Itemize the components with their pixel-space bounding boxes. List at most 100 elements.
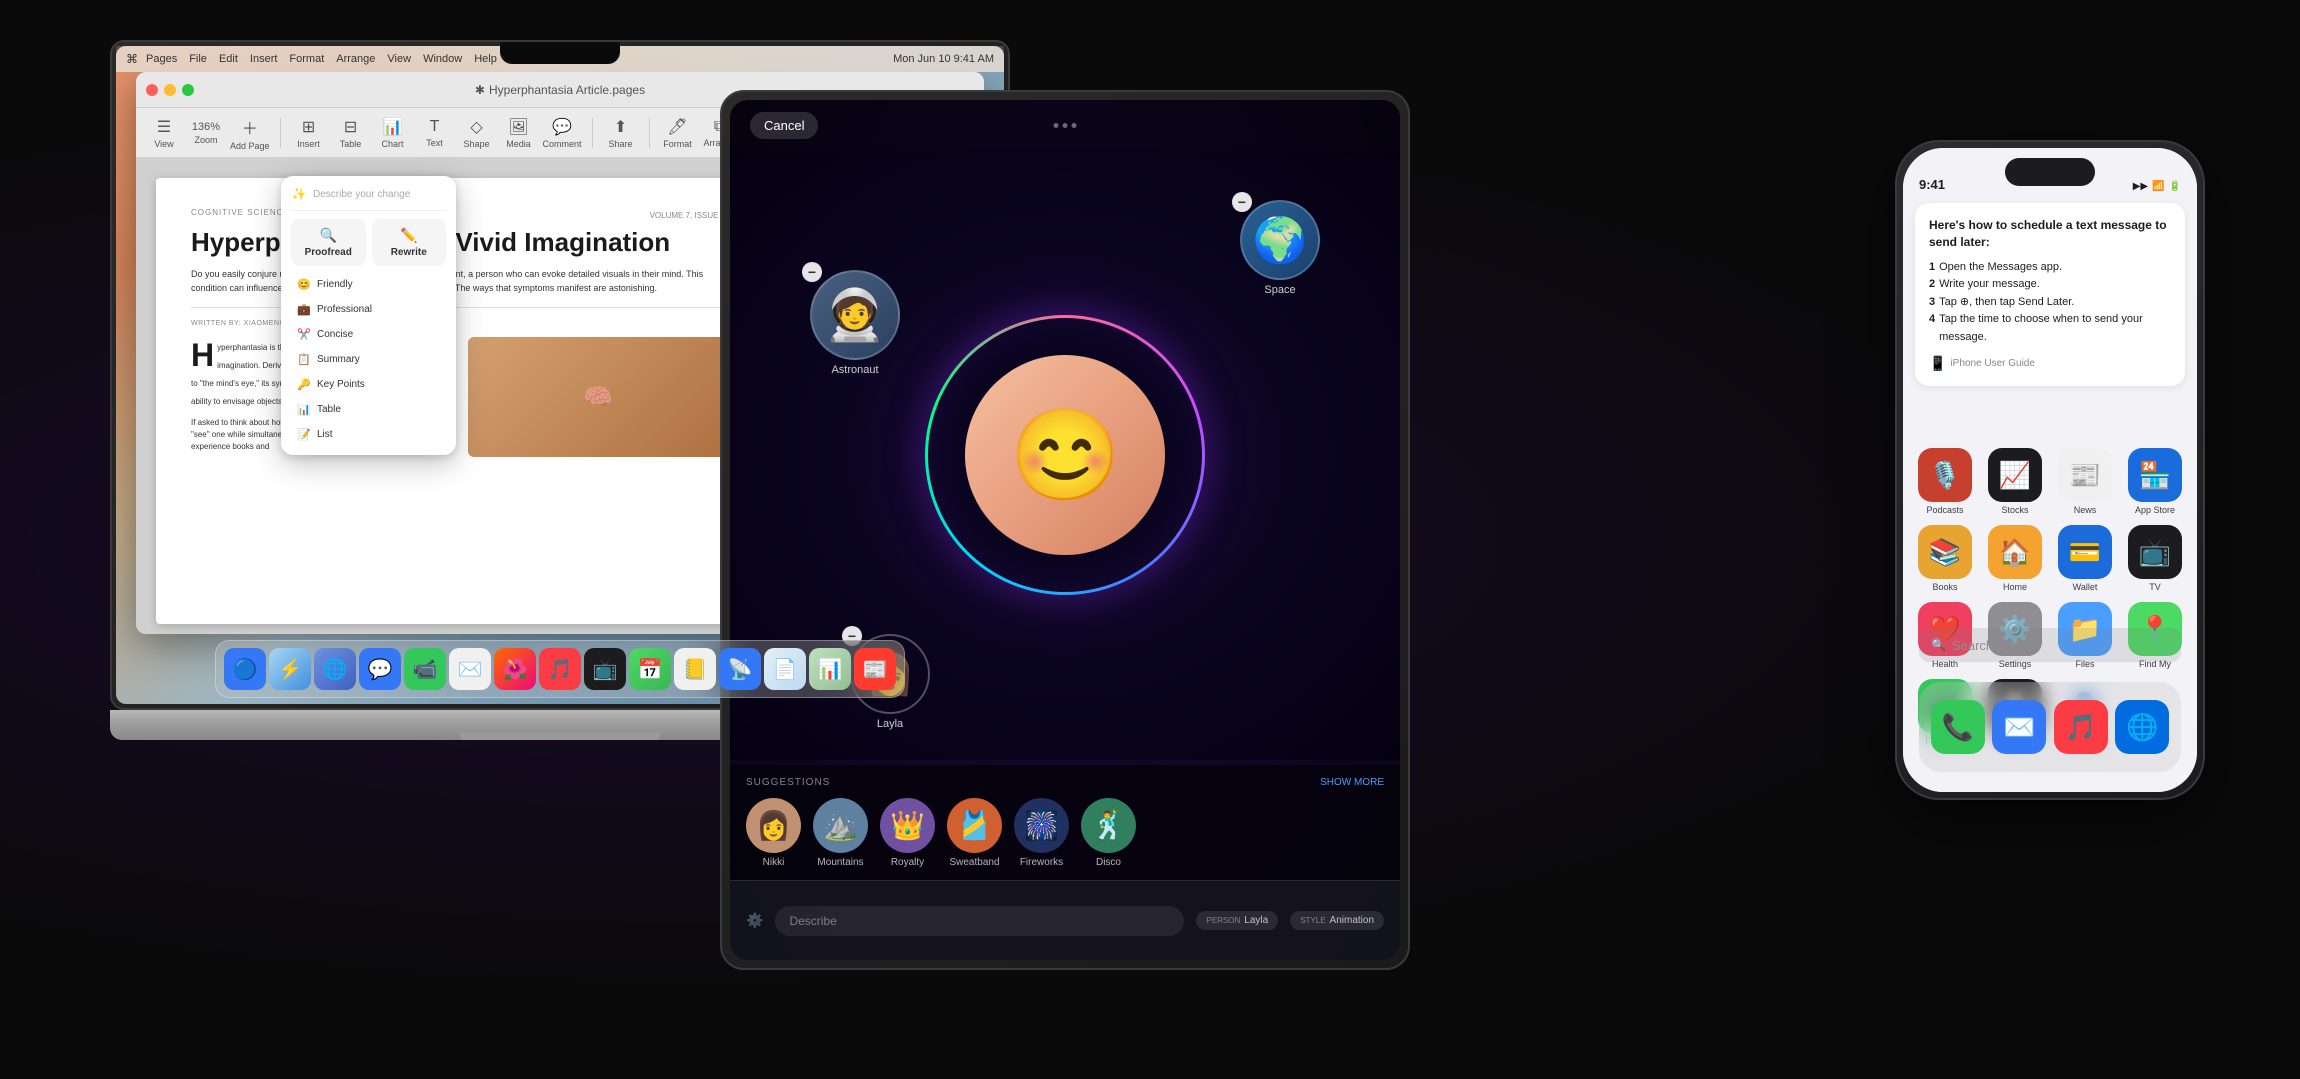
dock-safari[interactable]: 🌐: [314, 648, 356, 690]
dock-music[interactable]: 🎵: [539, 648, 581, 690]
dock-music[interactable]: 🎵: [2054, 700, 2108, 754]
dock-pages[interactable]: 📄: [764, 648, 806, 690]
toolbar-shape[interactable]: ◇ Shape: [459, 117, 495, 149]
menu-arrange[interactable]: Arrange: [336, 53, 375, 65]
dock-tv[interactable]: 📺: [584, 648, 626, 690]
dock-safari[interactable]: 🌐: [2115, 700, 2169, 754]
ipad-describe-field[interactable]: Describe: [775, 906, 1184, 936]
dock-mail[interactable]: ✉️: [449, 648, 491, 690]
dock-calendar[interactable]: 📅: [629, 648, 671, 690]
suggestion-mountains[interactable]: ⛰️ Mountains: [813, 798, 868, 868]
dock-news[interactable]: 📰: [854, 648, 896, 690]
iphone-search-bar[interactable]: 🔍 Search: [1919, 628, 2181, 662]
ai-option-summary[interactable]: 📋 Summary: [291, 349, 446, 370]
close-button[interactable]: [146, 84, 158, 96]
ipad-person-tag[interactable]: PERSON Layla: [1196, 911, 1278, 930]
dock-appletv-app[interactable]: 📡: [719, 648, 761, 690]
toolbar-add-page[interactable]: ＋ Add Page: [230, 115, 270, 151]
search-icon: 🔍: [1931, 638, 1946, 652]
iphone-body: 9:41 ▶▶ 📶 🔋 Here's how to schedule a tex…: [1895, 140, 2205, 800]
toolbar-chart[interactable]: 📊 Chart: [375, 117, 411, 149]
suggestion-sweatband[interactable]: 🎽 Sweatband: [947, 798, 1002, 868]
fullscreen-button[interactable]: [182, 84, 194, 96]
app-news[interactable]: 📰 News: [2055, 448, 2115, 515]
source-icon: 📱: [1929, 355, 1946, 372]
menu-edit[interactable]: Edit: [219, 53, 238, 65]
dock-notes[interactable]: 📒: [674, 648, 716, 690]
menu-pages[interactable]: Pages: [146, 53, 177, 65]
ai-option-professional[interactable]: 💼 Professional: [291, 299, 446, 320]
toolbar-zoom[interactable]: 136% Zoom: [188, 121, 224, 145]
toolbar-share[interactable]: ⬆ Share: [603, 117, 639, 149]
ai-option-list[interactable]: 📝 List: [291, 424, 446, 445]
minimize-button[interactable]: [164, 84, 176, 96]
source-text: iPhone User Guide: [1950, 358, 2035, 369]
list-icon: 📝: [297, 428, 311, 441]
apple-menu-icon[interactable]: ⌘: [126, 52, 138, 66]
genmoji-space[interactable]: − 🌍 Space: [1240, 200, 1320, 296]
genmoji-face: 😊: [965, 355, 1165, 555]
app-home[interactable]: 🏠 Home: [1985, 525, 2045, 592]
menu-file[interactable]: File: [189, 53, 207, 65]
remove-astronaut-icon[interactable]: −: [802, 262, 822, 282]
app-tv[interactable]: 📺 TV: [2125, 525, 2185, 592]
app-books[interactable]: 📚 Books: [1915, 525, 1975, 592]
tv-icon: 📺: [2128, 525, 2182, 579]
ipad-dots: [1054, 123, 1077, 128]
suggestion-disco[interactable]: 🕺 Disco: [1081, 798, 1136, 868]
remove-space-icon[interactable]: −: [1232, 192, 1252, 212]
signal-icon: ▶▶: [2133, 181, 2148, 192]
menu-format[interactable]: Format: [289, 53, 324, 65]
toolbar-view[interactable]: ☰ View: [146, 117, 182, 149]
ai-option-concise[interactable]: ✂️ Concise: [291, 324, 446, 345]
iphone-status-icons: ▶▶ 📶 🔋: [2133, 181, 2181, 192]
ai-option-key-points[interactable]: 🔑 Key Points: [291, 374, 446, 395]
rewrite-button[interactable]: ✏️ Rewrite: [372, 219, 447, 266]
ipad-style-tag[interactable]: STYLE Animation: [1290, 911, 1384, 930]
menu-window[interactable]: Window: [423, 53, 462, 65]
app-wallet[interactable]: 💳 Wallet: [2055, 525, 2115, 592]
friendly-icon: 😊: [297, 278, 311, 291]
step-text-4: Tap the time to choose when to send your…: [1939, 311, 2171, 346]
rewrite-label: Rewrite: [391, 247, 427, 258]
dock-facetime[interactable]: 📹: [404, 648, 446, 690]
podcasts-label: Podcasts: [1926, 505, 1963, 515]
suggestion-nikki[interactable]: 👩 Nikki: [746, 798, 801, 868]
genmoji-astronaut[interactable]: − 🧑‍🚀 Astronaut: [810, 270, 900, 376]
ipad-gear-icon: ⚙️: [746, 912, 763, 929]
app-appstore[interactable]: 🏪 App Store: [2125, 448, 2185, 515]
dock-mail[interactable]: ✉️: [1992, 700, 2046, 754]
friendly-label: Friendly: [317, 279, 353, 290]
ai-panel-header: ✨ Describe your change: [291, 186, 446, 211]
menu-view[interactable]: View: [387, 53, 411, 65]
ipad-cancel-button[interactable]: Cancel: [750, 112, 818, 139]
dock-numbers[interactable]: 📊: [809, 648, 851, 690]
dock-finder[interactable]: 🔵: [224, 648, 266, 690]
suggestion-royalty[interactable]: 👑 Royalty: [880, 798, 935, 868]
message-steps: 1 Open the Messages app. 2 Write your me…: [1929, 259, 2171, 347]
dock-phone[interactable]: 📞: [1931, 700, 1985, 754]
toolbar-comment[interactable]: 💬 Comment: [543, 117, 582, 149]
dock-messages[interactable]: 💬: [359, 648, 401, 690]
show-more-button[interactable]: SHOW MORE: [1320, 777, 1384, 788]
ai-option-friendly[interactable]: 😊 Friendly: [291, 274, 446, 295]
toolbar-format[interactable]: 🖊 Format: [660, 117, 696, 149]
ai-writing-panel: ✨ Describe your change 🔍 Proofread ✏️ Re…: [281, 176, 456, 455]
suggestions-grid: 👩 Nikki ⛰️ Mountains 👑 Royalty 🎽 Sweatba…: [746, 798, 1384, 868]
app-stocks[interactable]: 📈 Stocks: [1985, 448, 2045, 515]
toolbar-text[interactable]: T Text: [417, 118, 453, 148]
ai-option-table[interactable]: 📊 Table: [291, 399, 446, 420]
app-podcasts[interactable]: 🎙️ Podcasts: [1915, 448, 1975, 515]
toolbar-insert[interactable]: ⊞ Insert: [291, 117, 327, 149]
dock-launchpad[interactable]: ⚡: [269, 648, 311, 690]
toolbar-table[interactable]: ⊟ Table: [333, 117, 369, 149]
toolbar-media[interactable]: 🖼 Media: [501, 117, 537, 149]
dock-photos[interactable]: 🌺: [494, 648, 536, 690]
doc-title-icon: ✱: [475, 83, 485, 97]
space-emoji: 🌍: [1240, 200, 1320, 280]
menu-help[interactable]: Help: [474, 53, 497, 65]
menu-insert[interactable]: Insert: [250, 53, 278, 65]
macbook-notch: [500, 42, 620, 64]
proofread-button[interactable]: 🔍 Proofread: [291, 219, 366, 266]
suggestion-fireworks[interactable]: 🎆 Fireworks: [1014, 798, 1069, 868]
